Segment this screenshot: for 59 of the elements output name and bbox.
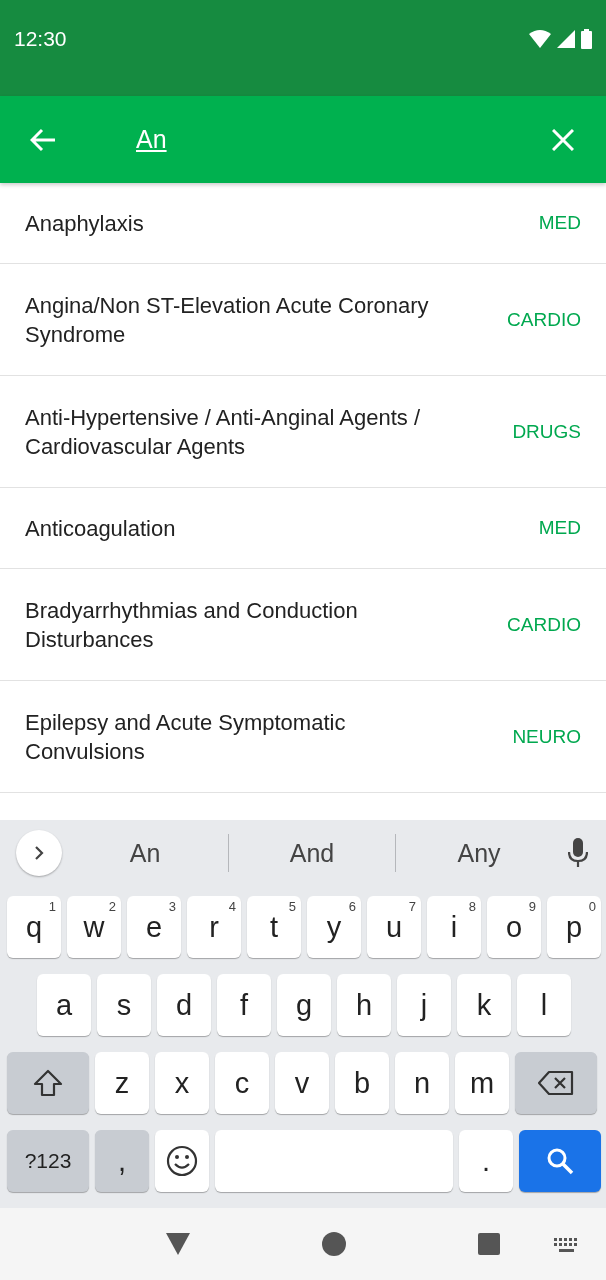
suggestion[interactable]: And [229, 838, 395, 868]
microphone-icon[interactable] [568, 838, 588, 868]
result-item[interactable]: Anti-Hypertensive / Anti-Anginal Agents / Cardiovascular Agents DRUGS [0, 376, 606, 488]
keyboard-icon[interactable] [554, 1238, 580, 1254]
shift-icon [33, 1069, 63, 1097]
backspace-icon [537, 1070, 575, 1096]
key[interactable]: n [395, 1052, 449, 1114]
result-title: Epilepsy and Acute Symptomatic Convulsions [25, 708, 347, 766]
category-label: CARDIO [507, 308, 581, 331]
wifi-icon [529, 30, 551, 48]
close-icon[interactable] [552, 128, 574, 151]
status-time: 12:30 [14, 27, 67, 51]
battery-icon [581, 29, 592, 49]
result-item[interactable]: Angina/Non ST-Elevation Acute Coronary Syndrome CARDIO [0, 264, 606, 376]
result-title: Bradyarrhythmias and Conduction Disturbances [25, 596, 359, 654]
category-label: MED [538, 517, 581, 539]
key[interactable]: j [397, 974, 451, 1036]
key[interactable]: g [277, 974, 331, 1036]
category-label: CARDIO [507, 613, 581, 636]
backspace-key[interactable] [515, 1052, 597, 1114]
back-arrow-icon[interactable] [30, 127, 56, 152]
key[interactable]: m [455, 1052, 509, 1114]
symbols-key[interactable]: ?123 [7, 1130, 89, 1192]
key[interactable]: x [155, 1052, 209, 1114]
result-title: Anti-Hypertensive / Anti-Anginal Agents / Cardiovascular Agents [25, 403, 421, 461]
result-title: Angina/Non ST-Elevation Acute Coronary Syndrome [25, 291, 430, 349]
chevron-icon [34, 845, 44, 861]
key[interactable]: b [335, 1052, 389, 1114]
key[interactable]: s [97, 974, 151, 1036]
result-title: Anaphylaxis [25, 209, 144, 238]
emoji-key[interactable] [155, 1130, 209, 1192]
result-title: Anticoagulation [25, 514, 176, 543]
category-label: NEURO [512, 725, 581, 748]
key[interactable]: v [275, 1052, 329, 1114]
key[interactable]: f [217, 974, 271, 1036]
home-circle-icon[interactable] [322, 1232, 346, 1256]
suggestion[interactable]: An [62, 838, 228, 868]
result-item[interactable]: Bradyarrhythmias and Conduction Disturbances CARDIO [0, 569, 606, 681]
key[interactable]: l [517, 974, 571, 1036]
key[interactable]: d [157, 974, 211, 1036]
category-label: MED [538, 212, 581, 234]
search-key[interactable] [519, 1130, 601, 1192]
shift-key[interactable] [7, 1052, 89, 1114]
key[interactable]: h [337, 974, 391, 1036]
key[interactable]: z [95, 1052, 149, 1114]
key[interactable]: k [457, 974, 511, 1036]
signal-icon [557, 30, 575, 48]
key[interactable]: c [215, 1052, 269, 1114]
comma-key[interactable]: , [95, 1130, 149, 1192]
result-item[interactable]: Anticoagulation MED [0, 488, 606, 569]
back-triangle-icon[interactable] [166, 1233, 190, 1255]
result-item[interactable]: Anaphylaxis MED [0, 183, 606, 264]
suggestion[interactable]: Any [396, 838, 562, 868]
result-item[interactable]: Epilepsy and Acute Symptomatic Convulsions NEURO [0, 681, 606, 793]
key[interactable]: a [37, 974, 91, 1036]
period-key[interactable]: . [459, 1130, 513, 1192]
search-icon [546, 1147, 574, 1175]
category-label: DRUGS [512, 420, 581, 443]
smiley-icon [166, 1145, 198, 1177]
